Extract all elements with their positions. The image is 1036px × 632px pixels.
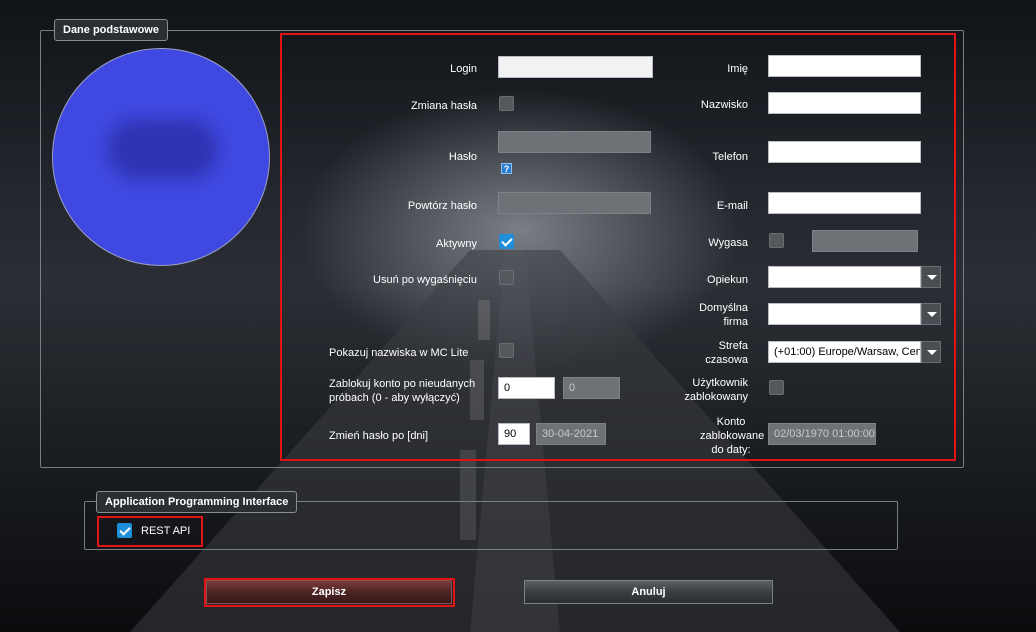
default-company-dropdown-arrow[interactable]	[921, 303, 941, 325]
phone-field[interactable]	[768, 141, 921, 163]
supervisor-select[interactable]	[768, 266, 921, 288]
login-field[interactable]	[498, 56, 653, 78]
password-field[interactable]	[498, 131, 651, 153]
first-name-label: Imię	[727, 63, 748, 75]
default-company-select[interactable]	[768, 303, 921, 325]
delete-after-expiry-checkbox[interactable]	[499, 270, 514, 285]
email-field[interactable]	[768, 192, 921, 214]
lock-account-label: Zablokuj konto po nieudanych próbach (0 …	[329, 378, 476, 404]
default-company-label: Domyślna firma	[699, 302, 748, 328]
change-password-label: Zmiana hasła	[410, 100, 477, 112]
email-label: E-mail	[716, 200, 748, 212]
show-names-label: Pokazuj nazwiska w MC Lite	[329, 347, 469, 359]
change-password-days-field[interactable]: 90	[498, 423, 530, 445]
expires-label: Wygasa	[708, 237, 748, 249]
timezone-label: Strefa czasowa	[705, 340, 748, 366]
expires-checkbox[interactable]	[769, 233, 784, 248]
repeat-password-field[interactable]	[498, 192, 651, 214]
supervisor-dropdown-arrow[interactable]	[921, 266, 941, 288]
user-locked-checkbox[interactable]	[769, 380, 784, 395]
last-name-label: Nazwisko	[700, 99, 748, 111]
change-password-checkbox[interactable]	[499, 96, 514, 111]
timezone-dropdown-arrow[interactable]	[921, 341, 941, 363]
timezone-select[interactable]: (+01:00) Europe/Warsaw, Cent	[768, 341, 921, 363]
lock-attempts-field[interactable]: 0	[498, 377, 555, 399]
avatar[interactable]	[52, 48, 270, 266]
user-locked-label: Użytkownik zablokowany	[684, 377, 748, 403]
change-password-days-label: Zmień hasło po [dni]	[329, 430, 429, 442]
lock-attempts-counter: 0	[563, 377, 620, 399]
last-name-field[interactable]	[768, 92, 921, 114]
save-button[interactable]: Zapisz	[206, 580, 452, 604]
rest-api-label: REST API	[141, 525, 191, 537]
account-locked-until-field: 02/03/1970 01:00:00	[768, 423, 876, 445]
cancel-button[interactable]: Anuluj	[524, 580, 773, 604]
active-label: Aktywny	[436, 238, 477, 250]
delete-after-expiry-label: Usuń po wygaśnięciu	[373, 274, 477, 286]
expires-date-field	[812, 230, 918, 252]
show-names-checkbox[interactable]	[499, 343, 514, 358]
rest-api-checkbox[interactable]	[117, 523, 132, 538]
active-checkbox[interactable]	[499, 234, 514, 249]
supervisor-label: Opiekun	[707, 274, 748, 286]
basic-data-legend: Dane podstawowe	[54, 19, 168, 41]
repeat-password-label: Powtórz hasło	[407, 200, 477, 212]
phone-label: Telefon	[712, 151, 748, 163]
avatar-blur	[108, 119, 218, 179]
api-legend: Application Programming Interface	[96, 491, 298, 513]
account-locked-until-label: Konto zablokowane do daty:	[700, 416, 765, 456]
login-label: Login	[450, 63, 477, 75]
help-icon[interactable]: ?	[501, 163, 512, 174]
password-label: Hasło	[448, 151, 477, 163]
password-change-date: 30-04-2021	[536, 423, 606, 445]
first-name-field[interactable]	[768, 55, 921, 77]
